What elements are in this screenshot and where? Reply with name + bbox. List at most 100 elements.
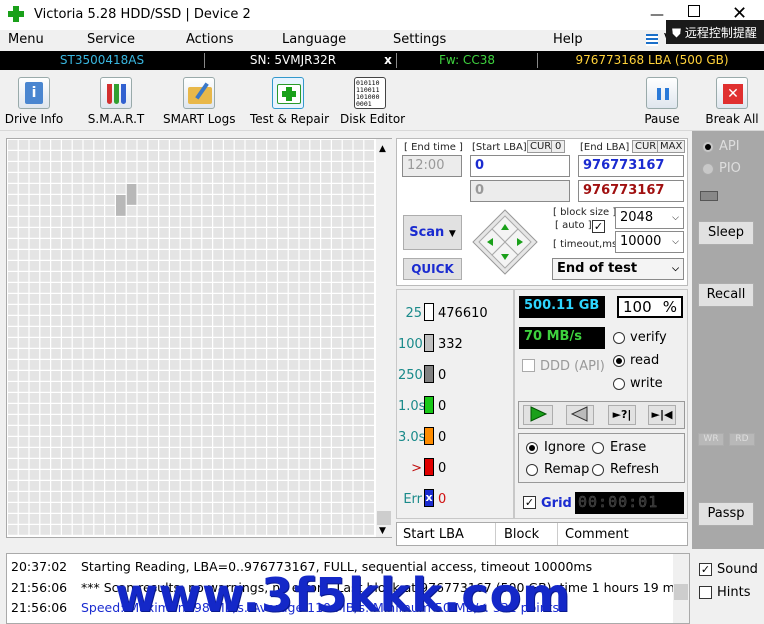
elapsed-timer: 00:00:01 [575,492,684,514]
sleep-button[interactable]: Sleep [698,221,754,245]
ignore-label: Ignore [544,440,586,455]
direction-pad[interactable] [471,208,539,276]
disk-editor-button[interactable]: 010110 110011 101000 0001 Disk Editor [340,75,405,129]
scroll-up-icon[interactable]: ▲ [379,144,386,154]
cur-value: 0 [551,140,566,153]
menu-actions[interactable]: Actions [186,32,234,47]
wr-button[interactable]: WR [698,433,724,446]
end-lba-input[interactable]: 976773167 [578,155,684,177]
remap-radio[interactable] [526,464,538,476]
slow-block-mark [116,195,126,216]
read-radio[interactable] [613,355,625,367]
rd-button[interactable]: RD [729,433,755,446]
pio-radio[interactable] [702,163,714,175]
size-read-display: 500.11 GB [519,296,605,318]
legend-color-swatch: x [424,489,434,507]
title-bar: Victoria 5.28 HDD/SSD | Device 2 — ✕ [0,0,764,30]
drive-info-button[interactable]: i Drive Info [4,75,64,129]
log-scrollbar[interactable] [673,554,689,623]
start-lba-input[interactable]: 0 [470,155,570,177]
first-aid-icon [272,77,304,109]
end-time-input[interactable]: 12:00 [402,155,462,177]
menu-service[interactable]: Service [87,32,135,47]
menu-help[interactable]: Help [553,32,583,47]
start-lba-current: 0 [470,180,570,202]
col-start-lba[interactable]: Start LBA [403,527,464,542]
scroll-down-icon[interactable]: ▼ [379,526,386,536]
write-label: write [630,376,663,391]
sector-map [6,138,392,538]
drive-firmware: Fw: CC38 [439,53,495,67]
quick-button[interactable]: QUICK [403,258,462,280]
remote-control-notice[interactable]: ⛊ 远程控制提醒 [666,20,764,44]
sound-checkbox[interactable]: ✓ [699,563,712,576]
legend-count: 332 [438,337,463,352]
end-action-select[interactable]: End of test ⌵ [552,258,684,280]
end-cur-button[interactable]: CUR [632,140,660,153]
drive-capacity: 976773168 LBA (500 GB) [575,53,729,67]
test-repair-button[interactable]: Test & Repair [250,75,329,129]
recall-button[interactable]: Recall [698,283,754,307]
slow-block-mark [126,184,137,205]
api-radio[interactable] [702,141,714,153]
auto-checkbox[interactable]: ✓ [592,220,605,233]
list-view-icon [646,34,658,46]
start-lba-label: [Start LBA] [472,142,527,153]
smart-button[interactable]: S.M.A.R.T [86,75,146,129]
timeout-label: [ timeout,ms ] [553,239,625,250]
menu-language[interactable]: Language [282,32,346,47]
auto-label: [ auto ] [555,220,592,231]
verify-radio[interactable] [613,332,625,344]
legend-label: 25 [405,306,422,321]
to-end-button[interactable]: ►|◀ [648,405,676,425]
legend-label: > [411,461,422,476]
back-button[interactable] [566,405,594,425]
speed-display: 70 MB/s [519,327,605,349]
refresh-radio[interactable] [592,464,604,476]
ddd-api-checkbox[interactable] [522,359,535,372]
smart-logs-button[interactable]: SMART Logs [163,75,235,129]
pause-button[interactable]: Pause [640,75,684,129]
legend-label: 250 [398,368,423,383]
break-all-button[interactable]: ✕ Break All [704,75,760,129]
map-scrollbar[interactable]: ▲ ▼ [376,139,392,537]
block-size-select[interactable]: 2048 ⌵ [615,207,684,229]
menu-menu[interactable]: Menu [8,32,44,47]
verify-label: verify [630,330,667,345]
scan-button[interactable]: Scan ▼ [403,215,462,250]
write-radio[interactable] [613,378,625,390]
legend-color-swatch [424,303,434,321]
col-comment[interactable]: Comment [565,527,629,542]
window-title: Victoria 5.28 HDD/SSD | Device 2 [34,7,251,22]
api-label: API [719,139,740,154]
menu-settings[interactable]: Settings [393,32,446,47]
col-block[interactable]: Block [504,527,539,542]
ignore-radio[interactable] [526,442,538,454]
legend-count: 0 [438,461,447,476]
binary-icon: 010110 110011 101000 0001 [354,77,386,109]
passp-button[interactable]: Passp [698,502,754,526]
hints-checkbox[interactable] [699,586,712,599]
legend-label: 1.0s [398,399,426,414]
skip-query-button[interactable]: ►?| [608,405,636,425]
close-drive-icon[interactable]: x [380,51,396,70]
legend-color-swatch [424,334,434,352]
scroll-thumb[interactable] [377,511,391,525]
grid-checkbox[interactable]: ✓ [523,496,536,509]
end-time-label: [ End time ] [404,142,463,153]
maximize-icon[interactable] [688,5,700,17]
end-lba-label: [End LBA] [580,142,630,153]
minimize-icon[interactable]: — [650,7,664,23]
drive-info-icon: i [18,77,50,109]
erase-radio[interactable] [592,442,604,454]
sound-label: Sound [717,562,758,577]
max-button[interactable]: MAX [657,140,686,153]
timeout-select[interactable]: 10000 ⌵ [615,231,684,253]
menu-bar: Menu Service Actions Language Settings H… [0,30,764,50]
erase-label: Erase [610,440,647,455]
play-button[interactable] [523,405,553,425]
read-label: read [630,353,660,368]
drive-serial: SN: 5VMJR32R [249,53,337,67]
defects-table-header: Start LBA Block Comment [396,522,688,546]
legend-label: 100 [398,337,423,352]
